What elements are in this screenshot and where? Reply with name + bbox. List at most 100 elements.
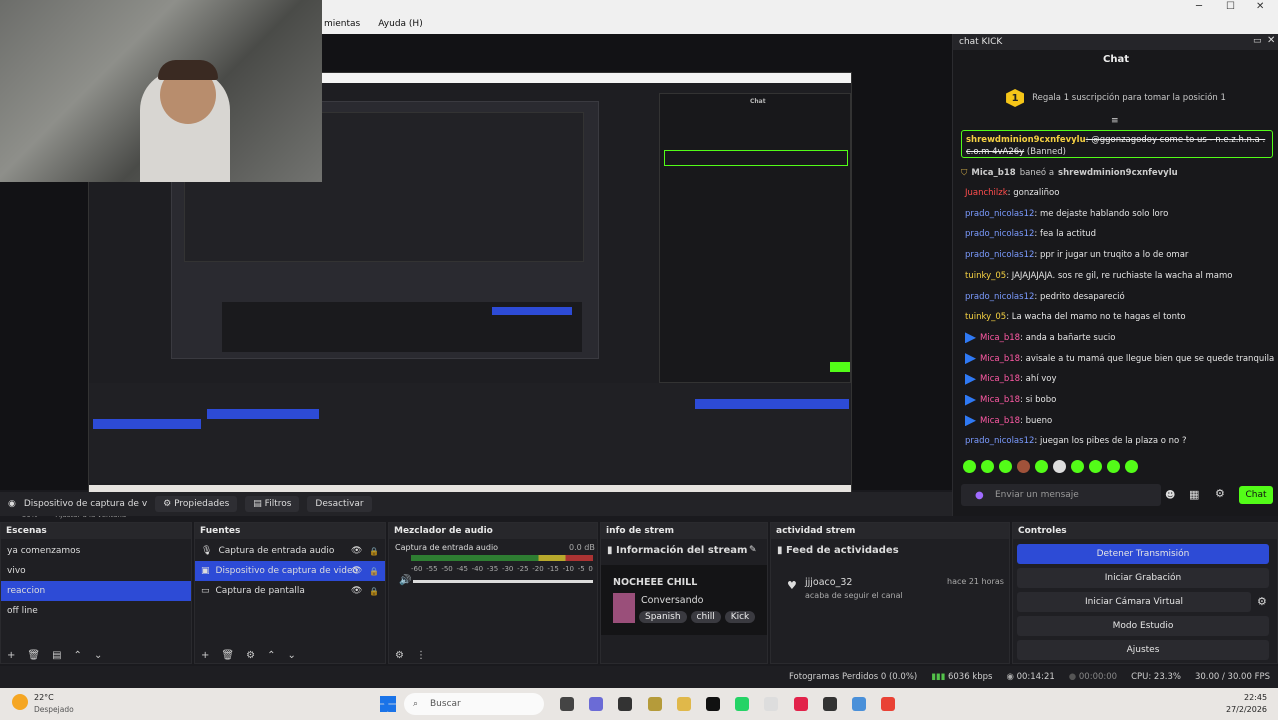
taskbar-app-icon[interactable] bbox=[793, 697, 808, 711]
undock-icon[interactable]: ▭ bbox=[1253, 36, 1262, 46]
trash-icon[interactable]: 🗑 bbox=[221, 650, 234, 661]
gear-icon[interactable]: ⚙ bbox=[395, 650, 404, 661]
source-item[interactable]: ▣ Dispositivo de captura de video 👁 🔒 bbox=[195, 561, 385, 581]
add-icon[interactable]: + bbox=[7, 650, 15, 661]
lock-icon[interactable]: 🔒 bbox=[369, 567, 379, 576]
chat-username[interactable]: Juanchilzk bbox=[965, 186, 1008, 200]
filters-button[interactable]: ▤ Filtros bbox=[245, 496, 300, 512]
emote-icon[interactable] bbox=[1125, 460, 1138, 473]
taskbar-app-icon[interactable] bbox=[676, 697, 691, 711]
visibility-icon[interactable]: 👁 bbox=[351, 566, 362, 576]
taskbar-app-icon[interactable] bbox=[764, 697, 779, 711]
emote-icon[interactable] bbox=[963, 460, 976, 473]
add-icon[interactable]: + bbox=[201, 650, 209, 661]
up-icon[interactable]: ⌃ bbox=[74, 650, 82, 661]
emote-icon[interactable] bbox=[1089, 460, 1102, 473]
properties-button[interactable]: ⚙ Propiedades bbox=[155, 496, 238, 512]
chat-username[interactable]: prado_nicolas12 bbox=[965, 290, 1034, 304]
speaker-icon[interactable]: 🔊 bbox=[399, 575, 411, 586]
control-button[interactable]: Modo Estudio bbox=[1017, 616, 1269, 636]
chat-username[interactable]: Mica_b18 bbox=[980, 331, 1020, 345]
chat-username[interactable]: tuinky_05 bbox=[965, 310, 1006, 324]
taskbar-app-icon[interactable] bbox=[706, 697, 720, 711]
gift-sub-promo[interactable]: 1 Regala 1 suscripción para tomar la pos… bbox=[953, 86, 1278, 110]
control-button[interactable]: Detener Transmisión bbox=[1017, 544, 1269, 564]
source-item[interactable]: 🎙 Captura de entrada audio 👁 🔒 bbox=[195, 541, 385, 561]
close-icon[interactable]: ✕ bbox=[1256, 1, 1264, 12]
menu-herramientas[interactable]: mientas bbox=[324, 19, 360, 29]
chat-username[interactable]: Mica_b18 bbox=[980, 414, 1020, 428]
stream-tag[interactable]: Kick bbox=[724, 611, 756, 623]
activity-user[interactable]: jjjoaco_32 bbox=[805, 577, 852, 588]
source-type-icon: ▣ bbox=[201, 566, 210, 576]
gear-icon[interactable]: ⚙ bbox=[246, 650, 255, 661]
lock-icon[interactable]: 🔒 bbox=[369, 587, 379, 596]
chat-username[interactable]: prado_nicolas12 bbox=[965, 434, 1034, 448]
send-chat-button[interactable]: Chat bbox=[1239, 486, 1273, 504]
chat-username[interactable]: Mica_b18 bbox=[980, 393, 1020, 407]
taskbar-app-icon[interactable] bbox=[881, 697, 896, 711]
mic-icon[interactable]: ● bbox=[975, 490, 984, 501]
volume-slider[interactable] bbox=[413, 580, 593, 583]
lock-icon[interactable]: 🔒 bbox=[369, 547, 379, 556]
stream-tag[interactable]: chill bbox=[690, 611, 721, 623]
down-icon[interactable]: ⌄ bbox=[94, 650, 102, 661]
menu-ayuda[interactable]: Ayuda (H) bbox=[378, 19, 422, 29]
emoji-icon[interactable]: ☻ bbox=[1165, 490, 1175, 501]
control-button[interactable]: Iniciar Cámara Virtual bbox=[1017, 592, 1251, 612]
emote-icon[interactable] bbox=[1107, 460, 1120, 473]
taskbar-app-icon[interactable] bbox=[560, 697, 574, 711]
meter-tick: -20 bbox=[532, 565, 544, 573]
chat-username[interactable]: Mica_b18 bbox=[980, 352, 1020, 366]
trash-icon[interactable]: 🗑 bbox=[27, 650, 40, 661]
chat-username[interactable]: prado_nicolas12 bbox=[965, 207, 1034, 221]
filter-icon[interactable]: ▤ bbox=[52, 650, 61, 661]
source-item[interactable]: ▭ Captura de pantalla 👁 🔒 bbox=[195, 581, 385, 601]
visibility-icon[interactable]: 👁 bbox=[351, 586, 362, 596]
control-button[interactable]: Ajustes bbox=[1017, 640, 1269, 660]
chat-username[interactable]: Mica_b18 bbox=[980, 372, 1020, 386]
meter-tick: -5 bbox=[577, 565, 585, 573]
down-icon[interactable]: ⌄ bbox=[287, 650, 295, 661]
edit-icon[interactable]: ✎ bbox=[749, 545, 757, 555]
deactivate-button[interactable]: Desactivar bbox=[307, 496, 372, 512]
control-button[interactable]: Iniciar Grabación bbox=[1017, 568, 1269, 588]
start-icon[interactable] bbox=[380, 696, 396, 712]
weather-icon[interactable] bbox=[12, 694, 28, 710]
taskbar-app-icon[interactable] bbox=[647, 697, 662, 711]
taskbar-app-icon[interactable] bbox=[589, 697, 604, 711]
more-icon[interactable]: ⋮ bbox=[416, 650, 426, 661]
scene-item[interactable]: vivo bbox=[1, 561, 191, 581]
scene-item[interactable]: reaccion bbox=[1, 581, 191, 601]
close-dock-icon[interactable]: ✕ bbox=[1267, 35, 1275, 46]
pinned-user[interactable]: shrewdminion9cxnfevylu bbox=[966, 135, 1086, 145]
taskbar-app-icon[interactable] bbox=[852, 697, 866, 711]
chat-input[interactable]: ● Enviar un mensaje ☻ bbox=[961, 484, 1175, 506]
minimize-icon[interactable]: ─ bbox=[1196, 1, 1202, 12]
chat-username[interactable]: tuinky_05 bbox=[965, 269, 1006, 283]
maximize-icon[interactable]: ☐ bbox=[1226, 1, 1235, 12]
emote-icon[interactable] bbox=[1071, 460, 1084, 473]
gear-icon[interactable]: ⚙ bbox=[1215, 487, 1225, 500]
visibility-icon[interactable]: 👁 bbox=[351, 546, 362, 556]
collapse-icon[interactable]: ≡ bbox=[1111, 116, 1119, 126]
gear-icon[interactable]: ⚙ bbox=[1257, 595, 1267, 608]
up-icon[interactable]: ⌃ bbox=[267, 650, 275, 661]
emote-icon[interactable] bbox=[1053, 460, 1066, 473]
mod-user[interactable]: Mica_b18 bbox=[971, 168, 1015, 178]
emote-icon[interactable] bbox=[1017, 460, 1030, 473]
mod-target[interactable]: shrewdminion9cxnfevylu bbox=[1058, 168, 1178, 178]
stream-tag[interactable]: Spanish bbox=[639, 611, 687, 623]
taskbar-app-icon[interactable] bbox=[618, 697, 633, 711]
emote-icon[interactable] bbox=[1035, 460, 1048, 473]
taskbar-search[interactable]: ⌕ Buscar bbox=[404, 693, 544, 715]
scene-item[interactable]: ya comenzamos bbox=[1, 541, 191, 561]
taskbar-app-icon[interactable] bbox=[735, 697, 750, 711]
scene-item[interactable]: off line bbox=[1, 601, 191, 621]
chat-username[interactable]: prado_nicolas12 bbox=[965, 248, 1034, 262]
chat-username[interactable]: prado_nicolas12 bbox=[965, 227, 1034, 241]
emote-icon[interactable] bbox=[981, 460, 994, 473]
store-icon[interactable]: ▦ bbox=[1189, 488, 1199, 501]
emote-icon[interactable] bbox=[999, 460, 1012, 473]
taskbar-app-icon[interactable] bbox=[822, 697, 837, 711]
